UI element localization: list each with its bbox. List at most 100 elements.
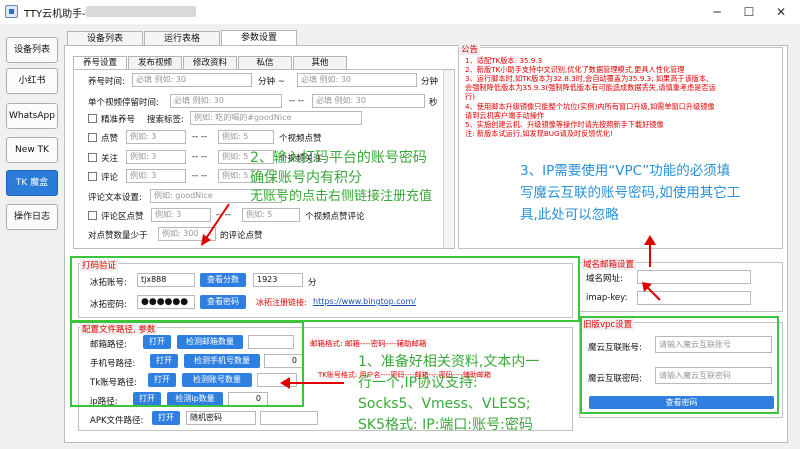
nav-operation-log[interactable]: 操作日志	[6, 204, 58, 230]
notice-line: 请到云机客户端手动操作	[465, 111, 545, 120]
nurture-time-mid: 分钟 ~	[258, 77, 285, 87]
nav-tk-mohe[interactable]: TK 魔盒	[6, 170, 58, 196]
notice-line: 2、新版TK小助手支持中文识别,优化了数据管理模式,更具人性化管理	[465, 65, 685, 74]
maximize-button[interactable]: ☐	[734, 2, 764, 22]
search-tag-label: 搜索标签:	[147, 115, 184, 125]
annotation-2-line: 无账号的点击右侧链接注册充值	[250, 189, 433, 204]
annotation-1-line: SK5格式: IP:端口:账号:密码	[358, 417, 533, 433]
search-tag-input[interactable]: 例如: 吃的喝的#goodNice	[190, 111, 362, 125]
comment-like-unit: 个视频点赞评论	[305, 212, 365, 222]
video-stay-label: 单个视频停留时间:	[88, 98, 159, 108]
notice-line: 注: 新版本试运行,如发现BUG请及时反馈优化!	[465, 129, 613, 138]
subtab-other[interactable]: 其他	[293, 56, 347, 69]
nav-device-list[interactable]: 设备列表	[6, 37, 58, 63]
highlight-coding	[70, 256, 580, 322]
follow-checkbox[interactable]	[88, 153, 97, 162]
notice-line: 5、实施创建云机、升级镜像等操作时请先按照新手下载好镜像	[465, 120, 664, 129]
comment-label: 评论	[101, 173, 119, 183]
apk-extra-input[interactable]	[260, 411, 318, 425]
window-title: TTY云机助手-	[24, 9, 86, 20]
nav-label: 操作日志	[13, 212, 50, 222]
follow-mid: -- --	[192, 152, 207, 162]
tab-label: 运行表格	[163, 34, 200, 44]
nurture-time-label: 养号时间:	[88, 77, 125, 87]
app-window: TTY云机助手- ─ ☐ ✕ 设备列表 小红书 WhatsApp New TK …	[0, 0, 800, 449]
nurture-scrollbar[interactable]	[443, 70, 453, 248]
like-mid: -- --	[192, 132, 207, 142]
apk-select[interactable]: 随机密码	[186, 411, 256, 425]
subtab-profile[interactable]: 修改资料	[183, 56, 237, 69]
annotation-3-line: 写魔云互联的账号密码,如使用其它工	[520, 185, 741, 201]
video-stay-max-input[interactable]: 必填 例如: 30	[312, 94, 425, 108]
apk-path-label: APK文件路径:	[90, 416, 144, 426]
domain-label: 域名网址:	[586, 274, 623, 284]
notice-line: 3、运行脚本时,如TK版本为32.8.3时,会自动覆盖为35.9.3; 如果高于…	[465, 74, 709, 83]
nav-label: TK 魔盒	[15, 178, 49, 188]
apk-open-button[interactable]: 打开	[152, 411, 180, 425]
tab-device-list[interactable]: 设备列表	[67, 31, 143, 46]
tab-params[interactable]: 参数设置	[221, 30, 297, 46]
follow-min-input[interactable]: 例如: 3	[126, 150, 186, 164]
subtab-label: 修改资料	[192, 58, 227, 68]
arrow-up-icon	[644, 235, 656, 267]
arrow-down-icon	[201, 203, 230, 246]
highlight-config	[70, 321, 304, 407]
annotation-2-line: 2、输入打码平台的账号密码	[250, 150, 427, 166]
like-checkbox[interactable]	[88, 133, 97, 142]
tab-label: 参数设置	[240, 33, 277, 43]
email-format-hint: 邮箱格式: 邮箱----密码----辅助邮箱	[310, 339, 427, 348]
follow-label: 关注	[101, 154, 119, 164]
subtab-label: 发布视频	[137, 58, 172, 68]
video-stay-mid: -- --	[289, 96, 304, 106]
email-settings-title: 域名邮箱设置	[581, 258, 637, 270]
annotation-3-line: 3、IP需要使用“VPC”功能的必须填	[520, 163, 731, 179]
arrow-diagonal-icon	[642, 282, 661, 301]
subtab-message[interactable]: 私信	[238, 56, 292, 69]
comment-like-checkbox[interactable]	[88, 211, 97, 220]
annotation-1-line: Socks5、Vmess、VLESS;	[358, 396, 531, 412]
notice-line: 4、使用脚本升级镜像只能整个坑位(实例)内所有窗口升级,如需单窗口升级镜像	[465, 102, 715, 111]
notice-line: 1、适配TK版本: 35.9.3	[465, 56, 543, 65]
nav-label: 设备列表	[13, 45, 50, 55]
like-max-input[interactable]: 例如: 5	[218, 130, 274, 144]
like-min-input[interactable]: 例如: 3	[126, 130, 186, 144]
nurture-time-max-input[interactable]: 必填 例如: 30	[297, 73, 417, 87]
annotation-1-line: 行一个,IP协议支持:	[358, 375, 478, 391]
nav-whatsapp[interactable]: WhatsApp	[6, 103, 58, 129]
tab-run-table[interactable]: 运行表格	[144, 31, 220, 46]
title-bar: TTY云机助手- ─ ☐ ✕	[0, 0, 800, 24]
app-logo-icon	[5, 5, 18, 18]
nurture-time-min-input[interactable]: 必填 例如: 30	[132, 73, 252, 87]
comment-min-input[interactable]: 例如: 3	[126, 169, 186, 183]
nurture-time-unit: 分钟	[421, 77, 439, 87]
precise-nurture-checkbox[interactable]	[88, 114, 97, 123]
like-unit: 个视频点赞	[279, 134, 322, 144]
annotation-1-line: 1、准备好相关资料,文本内一	[358, 354, 540, 370]
notice-line: 会强制降低版本为35.9.3(强制降低版本有可能造成数据丢失,请慎重考虑是否运	[465, 83, 716, 92]
tab-label: 设备列表	[86, 34, 123, 44]
nav-xiaohongshu[interactable]: 小红书	[6, 68, 58, 94]
notice-line: 行)	[465, 92, 475, 101]
comment-mid: -- --	[192, 171, 207, 181]
subtab-label: 私信	[256, 58, 274, 68]
video-stay-min-input[interactable]: 必填 例如: 30	[170, 94, 282, 108]
nav-label: WhatsApp	[9, 111, 55, 121]
highlight-vpc	[580, 316, 779, 414]
subtab-label: 其他	[311, 58, 329, 68]
comment-checkbox[interactable]	[88, 172, 97, 181]
minimize-button[interactable]: ─	[702, 2, 732, 22]
comment-like-max-input[interactable]: 例如: 5	[242, 208, 300, 222]
arrow-left-icon	[280, 377, 344, 389]
nav-label: New TK	[15, 145, 49, 155]
precise-nurture-label: 精准养号	[101, 115, 136, 125]
comment-text-label: 评论文本设置:	[88, 193, 142, 203]
subtab-nurture[interactable]: 养号设置	[73, 56, 127, 69]
video-stay-unit: 秒	[429, 98, 438, 108]
nav-new-tk[interactable]: New TK	[6, 137, 58, 163]
comment-like-label: 评论区点赞	[101, 212, 144, 222]
close-button[interactable]: ✕	[766, 2, 796, 22]
like-threshold-label: 对点赞数量少于	[88, 231, 148, 241]
notice-title: 公告	[459, 43, 481, 55]
annotation-2-line: 确保账号内有积分	[250, 170, 362, 186]
subtab-publish[interactable]: 发布视频	[128, 56, 182, 69]
